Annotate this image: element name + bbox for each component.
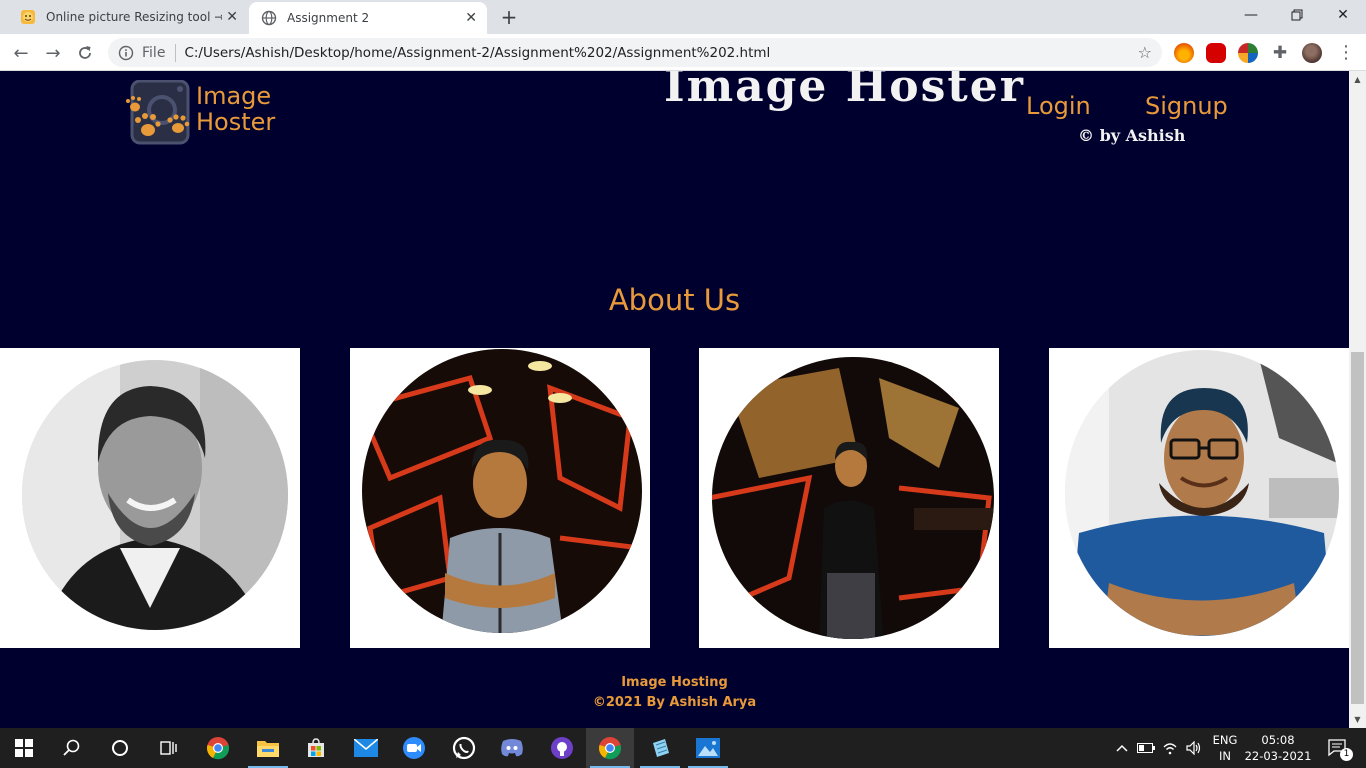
login-link[interactable]: Login <box>1026 92 1091 120</box>
info-icon[interactable] <box>118 45 134 61</box>
store-icon[interactable] <box>292 728 340 768</box>
team-card-1 <box>0 348 300 648</box>
globe-icon <box>261 10 277 26</box>
wifi-icon[interactable] <box>1158 728 1182 768</box>
tab-title: Assignment 2 <box>287 11 370 25</box>
notepad-icon[interactable] <box>636 728 684 768</box>
page-scrollbar[interactable]: ▲ ▼ <box>1349 71 1366 728</box>
person-photo-bw-suit-icon <box>22 360 288 630</box>
scrollbar-thumb[interactable] <box>1351 352 1364 704</box>
scroll-down-icon[interactable]: ▼ <box>1353 715 1362 724</box>
divider <box>175 43 177 62</box>
mail-icon[interactable] <box>342 728 390 768</box>
url-text[interactable]: C:/Users/Ashish/Desktop/home/Assignment-… <box>184 45 770 61</box>
logo-text: Image Hoster <box>196 83 275 135</box>
person-photo-neon-black-shirt-icon <box>712 357 994 639</box>
clock[interactable]: 05:08 22-03-2021 <box>1244 732 1312 764</box>
chrome-taskbar-icon[interactable] <box>194 728 242 768</box>
action-center-icon[interactable]: 1 <box>1318 728 1358 768</box>
site-credit: © by Ashish <box>1078 126 1186 145</box>
restore-icon[interactable] <box>1274 0 1320 30</box>
adblock-extension-icon[interactable] <box>1206 43 1226 63</box>
page-content: Image Hoster Image Hoster © by Ashish Lo… <box>0 71 1349 728</box>
clock-date: 22-03-2021 <box>1244 749 1312 763</box>
photos-icon[interactable] <box>684 728 732 768</box>
person-photo-neon-grey-shirt-icon <box>362 349 642 633</box>
tab-resizing-tool[interactable]: Online picture Resizing tool → Co ✕ <box>8 0 248 34</box>
fire-extension-icon[interactable] <box>1174 43 1194 63</box>
cortana-icon[interactable] <box>96 728 144 768</box>
zoom-icon[interactable] <box>390 728 438 768</box>
team-card-2 <box>350 348 650 648</box>
discord-icon[interactable] <box>488 728 536 768</box>
chrome-active-taskbar-icon[interactable] <box>586 728 634 768</box>
tab-assignment-2[interactable]: Assignment 2 ✕ <box>249 2 487 34</box>
close-window-icon[interactable]: ✕ <box>1320 0 1366 30</box>
close-tab-icon[interactable]: ✕ <box>465 10 477 26</box>
tab-title: Online picture Resizing tool → Co <box>46 10 222 24</box>
address-bar[interactable]: File C:/Users/Ashish/Desktop/home/Assign… <box>108 38 1162 67</box>
windows-start-icon[interactable] <box>0 728 48 768</box>
team-card-4 <box>1049 348 1349 648</box>
task-view-icon[interactable] <box>144 728 192 768</box>
forward-icon[interactable]: → <box>40 40 66 66</box>
whatsapp-icon[interactable] <box>440 728 488 768</box>
bookmark-star-icon[interactable]: ☆ <box>1138 43 1152 62</box>
github-icon[interactable] <box>538 728 586 768</box>
footer-line-2: ©2021 By Ashish Arya <box>592 695 757 710</box>
close-tab-icon[interactable]: ✕ <box>226 9 238 25</box>
signup-link[interactable]: Signup <box>1145 92 1228 120</box>
footer-line-1: Image Hosting <box>621 675 728 690</box>
notification-count-badge: 1 <box>1340 748 1353 761</box>
clock-time: 05:08 <box>1261 733 1295 747</box>
windows-taskbar: ENG IN 05:08 22-03-2021 1 <box>0 728 1366 768</box>
url-scheme-label: File <box>142 44 166 61</box>
region-code: IN <box>1219 749 1231 763</box>
browser-toolbar: ← → File C:/Users/Ashish/Desktop/home/As… <box>0 34 1366 71</box>
colorful-extension-icon[interactable] <box>1238 43 1258 63</box>
language-code: ENG <box>1212 733 1238 747</box>
menu-kebab-icon[interactable]: ⋮ <box>1336 43 1356 63</box>
about-us-heading: About Us <box>608 283 741 317</box>
language-indicator[interactable]: ENG IN <box>1208 732 1242 764</box>
logo-line-2: Hoster <box>196 108 276 136</box>
scroll-up-icon[interactable]: ▲ <box>1353 75 1362 84</box>
team-card-3 <box>699 348 999 648</box>
show-hidden-icons-chevron-icon[interactable] <box>1110 728 1134 768</box>
minimize-icon[interactable]: — <box>1228 0 1274 30</box>
profile-avatar-icon[interactable] <box>1302 43 1322 63</box>
reload-icon[interactable] <box>72 40 98 66</box>
browser-tab-bar: Online picture Resizing tool → Co ✕ Assi… <box>0 0 1366 34</box>
site-title: Image Hoster <box>664 71 1025 112</box>
puzzle-extensions-icon[interactable]: ✚ <box>1270 43 1290 63</box>
logo-line-1: Image <box>196 82 272 110</box>
back-icon[interactable]: ← <box>8 40 34 66</box>
volume-icon[interactable] <box>1182 728 1206 768</box>
person-photo-blue-shirt-glasses-icon <box>1065 350 1339 636</box>
search-icon[interactable] <box>48 728 96 768</box>
file-explorer-icon[interactable] <box>244 728 292 768</box>
emoji-favicon-icon <box>21 10 35 24</box>
battery-icon[interactable] <box>1134 728 1158 768</box>
new-tab-icon[interactable]: + <box>497 6 521 30</box>
